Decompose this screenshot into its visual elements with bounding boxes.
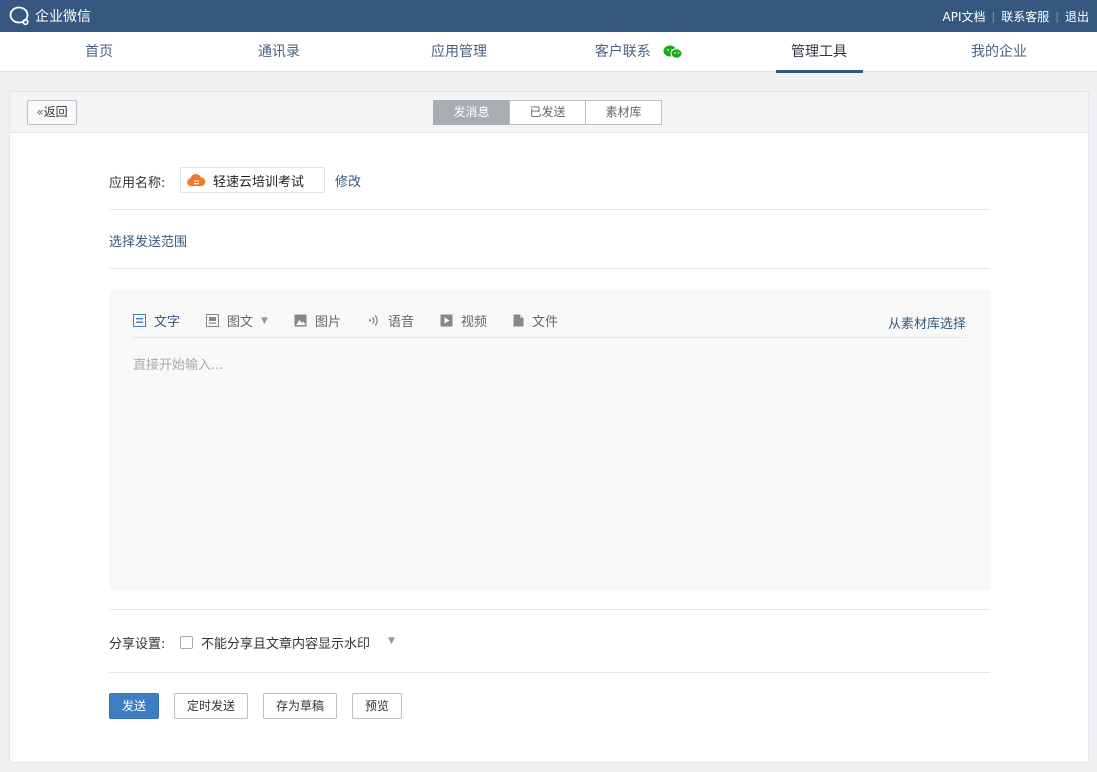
app-selector[interactable]: 轻速云培训考试 (180, 167, 325, 193)
nav-management-tools[interactable]: 管理工具 (729, 32, 909, 73)
main-nav: 首页 通讯录 应用管理 客户联系 管理工具 我的企业 (0, 32, 1097, 73)
nav-home[interactable]: 首页 (9, 32, 189, 72)
share-settings-label: 分享设置: (109, 637, 166, 652)
tool-video[interactable]: 视频 (440, 311, 487, 331)
nav-label: 首页 (85, 44, 113, 60)
tool-image[interactable]: 图片 (294, 311, 341, 331)
tab-sent[interactable]: 已发送 (509, 100, 586, 125)
tool-label: 视频 (460, 315, 487, 330)
tool-label: 语音 (387, 315, 414, 330)
wecom-logo-icon (9, 6, 29, 26)
separator: | (1055, 10, 1059, 23)
text-icon (133, 314, 146, 327)
message-editor[interactable]: 文字 图文 ▼ 图片 语音 视频 文件 从素材库选择 直接开始输入... (109, 290, 990, 590)
modify-app-link[interactable]: 修改 (335, 171, 361, 190)
tab-library[interactable]: 素材库 (585, 100, 662, 125)
top-links: API文档 | 联系客服 | 退出 (943, 8, 1089, 25)
image-icon (294, 314, 307, 327)
file-icon (513, 314, 524, 327)
panel-header: «返回 发消息 已发送 素材库 (10, 92, 1088, 133)
send-button[interactable]: 发送 (109, 693, 159, 719)
choose-from-library-link[interactable]: 从素材库选择 (888, 313, 966, 332)
tool-label: 图片 (314, 315, 341, 330)
back-button[interactable]: «返回 (27, 100, 77, 125)
app-logo-icon (187, 173, 206, 186)
caret-down-icon: ▼ (261, 315, 268, 326)
divider (109, 672, 990, 673)
tool-article[interactable]: 图文 ▼ (206, 311, 268, 331)
brand[interactable]: 企业微信 (9, 6, 91, 26)
caret-down-icon[interactable]: ▼ (388, 636, 395, 646)
preview-button[interactable]: 预览 (352, 693, 402, 719)
message-panel: «返回 发消息 已发送 素材库 应用名称: 轻速云培训考试 修改 选择发送范围 … (9, 91, 1089, 763)
share-option[interactable]: 不能分享且文章内容显示水印 (201, 633, 370, 652)
divider (109, 268, 990, 269)
editor-placeholder[interactable]: 直接开始输入... (133, 354, 223, 373)
tab-send-message[interactable]: 发消息 (433, 100, 510, 125)
active-underline (776, 70, 863, 73)
nav-app-management[interactable]: 应用管理 (369, 32, 549, 72)
nav-label: 客户联系 (594, 44, 651, 60)
back-label: 返回 (43, 105, 68, 119)
separator: | (991, 10, 996, 23)
save-draft-button[interactable]: 存为草稿 (263, 693, 337, 719)
nav-label: 应用管理 (431, 44, 487, 60)
article-icon (206, 314, 220, 327)
tool-file[interactable]: 文件 (513, 311, 558, 331)
wechat-icon (663, 45, 683, 59)
tool-text[interactable]: 文字 (133, 311, 180, 331)
logout-link[interactable]: 退出 (1065, 8, 1089, 25)
app-name-label: 应用名称: (109, 176, 166, 191)
contact-support-link[interactable]: 联系客服 (1001, 8, 1049, 25)
tool-label: 文件 (532, 315, 559, 330)
nav-contacts[interactable]: 通讯录 (189, 32, 369, 72)
nav-label: 通讯录 (258, 44, 300, 60)
schedule-send-button[interactable]: 定时发送 (174, 693, 248, 719)
tool-label: 文字 (154, 315, 181, 330)
nav-label: 我的企业 (971, 44, 1027, 60)
nav-my-enterprise[interactable]: 我的企业 (909, 32, 1089, 72)
brand-name: 企业微信 (35, 9, 91, 25)
tool-voice[interactable]: 语音 (367, 311, 414, 331)
double-chevron-left-icon: « (36, 105, 44, 119)
voice-icon (368, 315, 378, 326)
select-scope-link[interactable]: 选择发送范围 (109, 231, 187, 250)
tool-label: 图文 (227, 315, 254, 330)
nav-label: 管理工具 (791, 44, 847, 60)
divider (109, 209, 990, 210)
editor-toolbar: 文字 图文 ▼ 图片 语音 视频 文件 从素材库选择 (133, 304, 966, 338)
api-docs-link[interactable]: API文档 (943, 8, 986, 25)
share-checkbox[interactable] (180, 636, 193, 649)
nav-customer-contact[interactable]: 客户联系 (549, 32, 729, 72)
top-bar: 企业微信 API文档 | 联系客服 | 退出 (0, 0, 1097, 32)
divider (109, 609, 990, 610)
message-tabs: 发消息 已发送 素材库 (433, 100, 662, 125)
video-icon (440, 314, 453, 327)
app-name: 轻速云培训考试 (213, 174, 305, 190)
